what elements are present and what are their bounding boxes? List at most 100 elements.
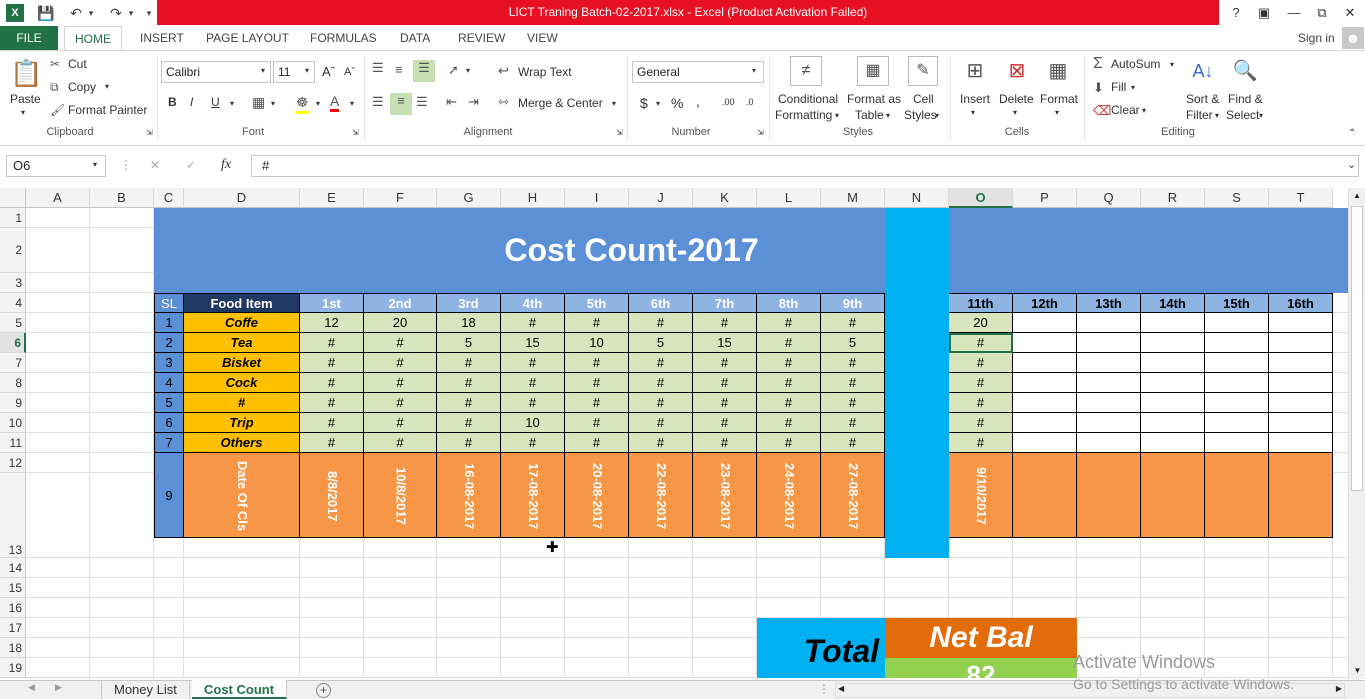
fill-color-dropdown-icon[interactable]: ▾ [316,99,320,108]
value-cell[interactable]: 15 [501,333,565,353]
clear-button[interactable]: Clear [1111,103,1140,117]
sl-cell[interactable]: 7 [154,433,184,453]
format-cells-button[interactable]: Format [1040,92,1078,106]
conditional-formatting-label-1[interactable]: Conditional [778,92,838,106]
column-header-b[interactable]: B [90,188,154,208]
font-color-dropdown-icon[interactable]: ▾ [350,99,354,108]
find-select-label-1[interactable]: Find & [1228,92,1263,106]
empty-cell[interactable] [1269,353,1333,373]
sl-cell[interactable]: 5 [154,393,184,413]
scroll-up-icon[interactable]: ▲ [1349,188,1365,204]
orientation-icon[interactable]: ➚ [448,62,459,78]
value-cell[interactable]: # [364,353,437,373]
value-cell[interactable]: # [693,313,757,333]
redo-icon[interactable]: ↷ [106,3,126,23]
fill-color-icon[interactable]: ☸ [296,94,309,114]
user-avatar[interactable]: ☻ [1342,27,1364,49]
scroll-down-icon[interactable]: ▼ [1349,663,1365,679]
value-cell[interactable]: # [821,393,885,413]
value-cell[interactable]: 10 [565,333,629,353]
empty-cell[interactable] [1205,393,1269,413]
align-center-icon[interactable]: ≡ [390,93,412,115]
value-cell[interactable]: # [501,393,565,413]
empty-cell[interactable] [1077,313,1141,333]
insert-cells-button[interactable]: Insert [960,92,990,106]
empty-cell[interactable] [1077,353,1141,373]
empty-cell[interactable] [1013,413,1077,433]
value-cell[interactable]: # [821,313,885,333]
empty-cell[interactable] [1269,413,1333,433]
net-bal-header[interactable]: Net Bal [885,618,1077,658]
day-header-right[interactable]: 15th [1205,293,1269,313]
sheet-scroll-right-icon[interactable]: ▶ [55,682,62,693]
empty-cell[interactable] [1205,433,1269,453]
day-header[interactable]: 8th [757,293,821,313]
scroll-left-icon[interactable]: ◀ [838,684,844,693]
cell-styles-label-2[interactable]: Styles [904,108,937,122]
day-header-right[interactable]: 14th [1141,293,1205,313]
separator-column[interactable] [885,208,949,558]
day-header-right[interactable]: 13th [1077,293,1141,313]
value-cell[interactable]: 20 [364,313,437,333]
column-header-h[interactable]: H [501,188,565,208]
column-header-e[interactable]: E [300,188,364,208]
column-header-j[interactable]: J [629,188,693,208]
format-cells-dropdown-icon[interactable]: ▾ [1055,108,1059,117]
sheet-tab-money-list[interactable]: Money List [101,680,190,699]
format-as-table-label-1[interactable]: Format as [847,92,901,106]
sl-cell[interactable]: 1 [154,313,184,333]
value-cell[interactable]: # [629,413,693,433]
shrink-font-icon[interactable]: Aˇ [344,66,355,78]
value-cell[interactable]: # [629,313,693,333]
day-header[interactable]: 5th [565,293,629,313]
empty-cell[interactable] [1269,433,1333,453]
merge-center-button[interactable]: Merge & Center [518,96,603,110]
date-cell[interactable]: 16-08-2017 [437,453,501,538]
value-cell[interactable]: # [949,373,1013,393]
date-cell[interactable]: 23-08-2017 [693,453,757,538]
value-cell[interactable]: 5 [629,333,693,353]
food-item-cell[interactable]: Trip [184,413,300,433]
sheet-scroll-left-icon[interactable]: ◀ [28,682,35,693]
delete-cells-dropdown-icon[interactable]: ▾ [1013,108,1017,117]
row-header-14[interactable]: 14 [0,558,26,578]
sl-header[interactable]: SL [154,293,184,313]
row-header-3[interactable]: 3 [0,273,26,293]
value-cell[interactable]: # [300,433,364,453]
column-header-t[interactable]: T [1269,188,1333,208]
value-cell[interactable]: # [437,393,501,413]
empty-cell[interactable] [1205,333,1269,353]
value-cell[interactable]: # [501,313,565,333]
value-cell[interactable]: # [949,433,1013,453]
value-cell[interactable]: 18 [437,313,501,333]
value-cell[interactable]: # [629,393,693,413]
font-launcher-icon[interactable]: ⇲ [352,128,359,137]
date-cell[interactable]: 20-08-2017 [565,453,629,538]
delete-cells-button[interactable]: Delete [999,92,1034,106]
row-header-1[interactable]: 1 [0,208,26,228]
tab-view[interactable]: VIEW [523,26,562,50]
formula-bar-splitter-icon[interactable]: ⋮ [120,158,132,172]
underline-button[interactable]: U [211,95,220,109]
format-painter-button[interactable]: Format Painter [68,103,147,117]
sl-cell[interactable]: 3 [154,353,184,373]
value-cell[interactable]: # [757,333,821,353]
value-cell[interactable]: # [757,433,821,453]
value-cell[interactable]: # [565,353,629,373]
minimize-button[interactable]: — [1280,2,1308,24]
column-header-i[interactable]: I [565,188,629,208]
row-header-19[interactable]: 19 [0,658,26,678]
column-header-f[interactable]: F [364,188,437,208]
row-header-9[interactable]: 9 [0,393,26,413]
value-cell[interactable]: # [300,393,364,413]
find-select-dropdown-icon[interactable]: ▾ [1259,111,1263,120]
close-button[interactable]: ✕ [1336,2,1364,24]
value-cell[interactable]: # [437,433,501,453]
date-cell[interactable]: 10/8/2017 [364,453,437,538]
column-header-q[interactable]: Q [1077,188,1141,208]
value-cell[interactable]: # [364,433,437,453]
clear-dropdown-icon[interactable]: ▾ [1142,106,1146,115]
date-cell[interactable]: 17-08-2017 [501,453,565,538]
empty-cell[interactable] [1141,333,1205,353]
tab-page-layout[interactable]: PAGE LAYOUT [202,26,293,50]
